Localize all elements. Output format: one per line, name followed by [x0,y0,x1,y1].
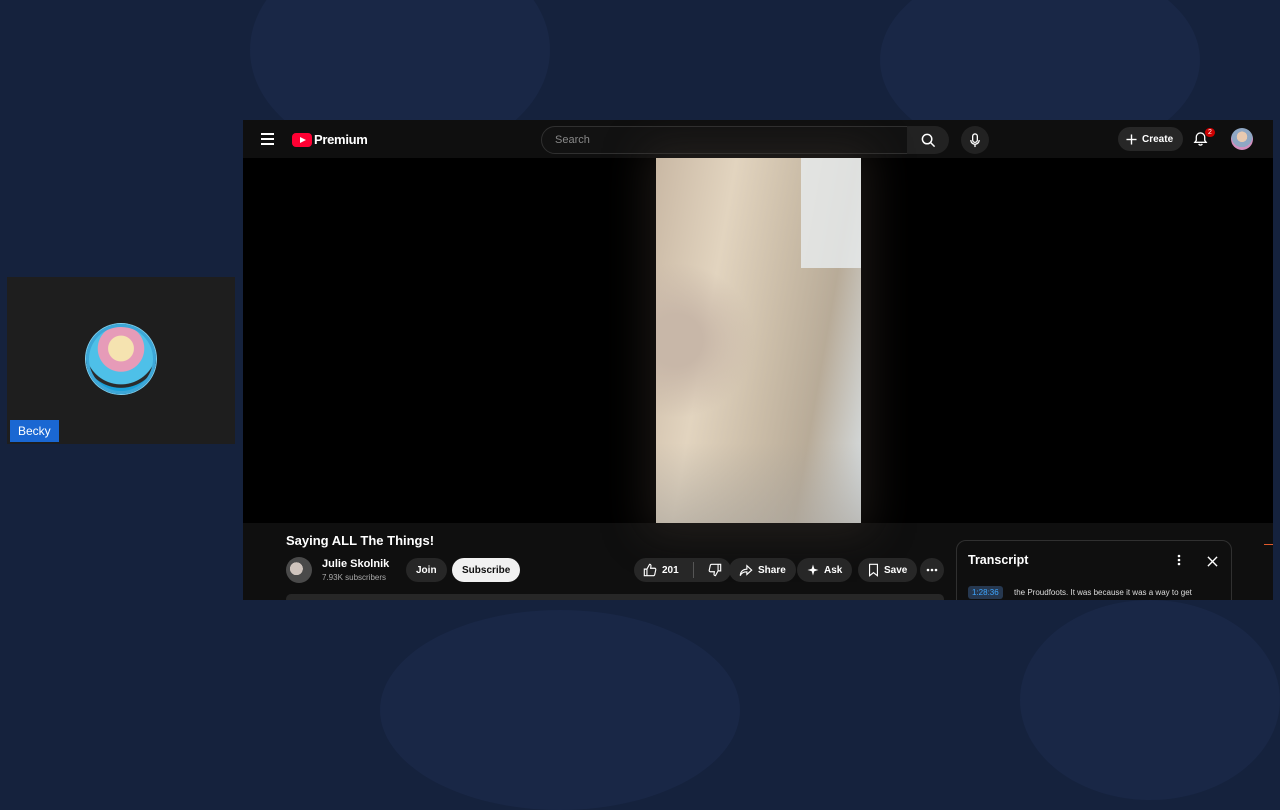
like-button[interactable]: 201 [634,558,688,582]
accent-line [1264,544,1273,545]
transcript-timestamp[interactable]: 1:28:36 [968,586,1003,599]
video-player[interactable] [243,158,1273,523]
channel-avatar[interactable] [286,557,312,583]
create-label: Create [1142,133,1174,145]
transcript-panel: Transcript 1:28:36 the Proudfoots. It wa… [956,540,1232,600]
plus-icon [1126,133,1137,145]
search-icon [921,133,935,147]
video-title: Saying ALL The Things! [286,533,435,548]
notification-count-badge: 2 [1205,128,1215,137]
transcript-title: Transcript [968,553,1029,567]
bookmark-icon [868,563,879,577]
youtube-play-logo-icon [292,132,312,147]
transcript-text[interactable]: the Proudfoots. It was because it was a … [1014,588,1192,597]
thumbs-down-icon [708,563,721,577]
create-button[interactable]: Create [1118,127,1184,151]
save-label: Save [884,564,908,576]
close-icon [1207,556,1218,567]
background-shape [380,610,740,810]
brand-label: Premium [314,132,368,147]
like-dislike-group: 201 [634,558,731,582]
ask-button[interactable]: Ask [797,558,853,582]
like-count: 201 [662,564,679,576]
share-label: Share [758,564,786,576]
more-horizontal-icon [926,568,938,572]
ask-label: Ask [824,564,843,576]
search-input[interactable] [553,133,887,147]
hamburger-menu-icon[interactable] [261,133,274,145]
share-button[interactable]: Share [729,558,796,582]
save-button[interactable]: Save [858,558,918,582]
more-actions-button[interactable] [920,558,944,582]
channel-name[interactable]: Julie Skolnik [322,558,389,570]
participant-tile[interactable]: Becky [7,277,235,444]
dislike-button[interactable] [699,558,731,582]
microphone-icon [970,132,980,147]
youtube-topbar: Premium Create 2 [243,120,1273,158]
video-frame [656,158,861,523]
youtube-window: Premium Create 2 Saying ALL The Things! … [243,120,1273,600]
description-box[interactable] [286,594,944,600]
thumbs-up-icon [643,563,657,577]
like-divider [692,562,694,578]
search-box [541,126,909,154]
sparkle-icon [807,564,819,576]
share-icon [739,563,753,576]
join-button[interactable]: Join [406,558,447,582]
participant-avatar [86,324,156,394]
participant-name: Becky [10,420,59,442]
subscribe-label: Subscribe [462,564,511,576]
account-avatar[interactable] [1231,128,1253,150]
subscribe-button[interactable]: Subscribe [452,558,521,582]
youtube-logo[interactable]: Premium [292,132,368,147]
subscriber-count: 7.93K subscribers [322,573,387,582]
transcript-more-button[interactable] [1177,553,1181,571]
more-vertical-icon [1177,554,1181,566]
transcript-close-button[interactable] [1207,554,1218,572]
background-shape [1020,600,1280,800]
voice-search-button[interactable] [961,126,989,154]
join-label: Join [416,564,437,576]
search-button[interactable] [907,126,949,154]
